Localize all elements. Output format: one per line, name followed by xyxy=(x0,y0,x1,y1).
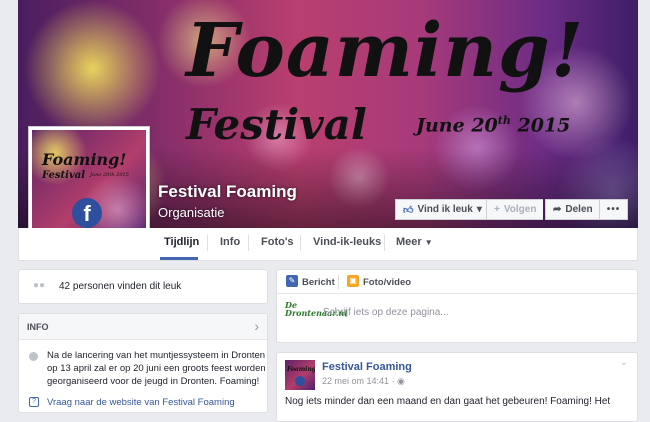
chevron-down-icon: ▾ xyxy=(476,204,482,215)
post-text: Nog iets minder dan een maand en dan gaa… xyxy=(285,396,611,407)
facebook-logo-icon xyxy=(295,376,305,386)
thumbs-up-icon: 👍︎ xyxy=(403,204,414,216)
plus-icon: + xyxy=(494,204,500,215)
composer-tab-post[interactable]: Bericht xyxy=(302,277,335,288)
active-tab-indicator xyxy=(160,257,198,260)
like-button-label: Vind ik leuk xyxy=(417,204,473,215)
share-arrow-icon: ➦ xyxy=(553,204,562,215)
info-icon xyxy=(29,352,38,361)
tab-photos[interactable]: Foto's xyxy=(261,236,294,248)
people-icon: ●● xyxy=(33,280,46,291)
tab-divider xyxy=(384,235,385,251)
cover-date-suffix: th xyxy=(497,114,511,127)
likes-count-text: 42 personen vinden dit leuk xyxy=(59,281,182,292)
chevron-down-icon: ▼ xyxy=(424,238,433,247)
cover-date-main: June 20 xyxy=(416,114,498,137)
facebook-logo-icon: f xyxy=(72,198,102,228)
profile-logo-subtitle: Festival xyxy=(42,170,86,181)
profile-logo-title: Foaming! xyxy=(42,150,127,169)
composer-input[interactable]: Schrijf iets op deze pagina... xyxy=(323,307,449,318)
cover-title: Foaming! xyxy=(186,8,585,94)
composer-avatar: De Drontenaar.nl xyxy=(285,301,347,329)
info-card-header[interactable]: INFO › xyxy=(19,314,267,340)
page-tabs-bar: Tijdlijn Info Foto's Vind-ik-leuks Meer … xyxy=(18,228,638,261)
tab-divider xyxy=(248,235,249,251)
profile-logo-date: June 20th 2015 xyxy=(90,172,129,178)
tab-timeline[interactable]: Tijdlijn xyxy=(164,236,199,248)
follow-button[interactable]: + Volgen xyxy=(486,199,544,220)
timeline-post: Foaming! Festival Foaming 22 mei om 14:4… xyxy=(276,352,638,422)
tab-info[interactable]: Info xyxy=(220,236,240,248)
follow-button-label: Volgen xyxy=(503,204,537,215)
likes-card[interactable]: ●● 42 personen vinden dit leuk xyxy=(18,269,268,304)
composer-tab-divider xyxy=(338,275,339,289)
composer-tab-photo[interactable]: Foto/video xyxy=(363,277,411,288)
profile-picture-image: Foaming! Festival June 20th 2015 f xyxy=(32,130,146,244)
post-author-avatar[interactable]: Foaming! xyxy=(285,360,315,390)
like-button[interactable]: 👍︎ Vind ik leuk ▾ xyxy=(395,199,490,220)
tab-divider xyxy=(207,235,208,251)
info-card: INFO › Na de lancering van het muntjessy… xyxy=(18,313,268,413)
post-timestamp[interactable]: 22 mei om 14:41 · ◉ xyxy=(322,376,405,387)
more-options-button[interactable]: ••• xyxy=(599,199,628,220)
cover-date-year: 2015 xyxy=(510,114,571,137)
post-time-label: 22 mei om 14:41 · xyxy=(322,376,398,386)
external-link-icon: ? xyxy=(29,397,39,407)
pencil-icon: ✎ xyxy=(286,275,298,287)
tab-more[interactable]: Meer ▼ xyxy=(396,236,433,248)
post-author-name[interactable]: Festival Foaming xyxy=(322,361,412,373)
post-avatar-logo: Foaming! xyxy=(287,366,315,373)
chevron-down-icon[interactable]: ⌄ xyxy=(620,357,628,368)
cover-subtitle: Festival xyxy=(186,100,367,149)
post-composer: ✎ Bericht ▣ Foto/video De Drontenaar.nl … xyxy=(276,269,638,343)
tab-divider xyxy=(300,235,301,251)
share-button[interactable]: ➦ Delen xyxy=(545,199,601,220)
tab-more-label: Meer xyxy=(396,236,422,248)
composer-tabs: ✎ Bericht ▣ Foto/video xyxy=(277,270,637,294)
share-button-label: Delen xyxy=(565,204,593,215)
info-description: Na de lancering van het muntjessysteem i… xyxy=(47,350,266,387)
tab-likes[interactable]: Vind-ik-leuks xyxy=(313,236,381,248)
page-category[interactable]: Organisatie xyxy=(158,205,224,220)
info-card-title: INFO xyxy=(27,322,49,332)
photo-icon: ▣ xyxy=(347,275,359,287)
globe-icon: ◉ xyxy=(397,376,405,386)
page-name[interactable]: Festival Foaming xyxy=(158,182,297,202)
chevron-right-icon: › xyxy=(254,318,259,334)
cover-date: June 20th 2015 xyxy=(416,114,570,136)
